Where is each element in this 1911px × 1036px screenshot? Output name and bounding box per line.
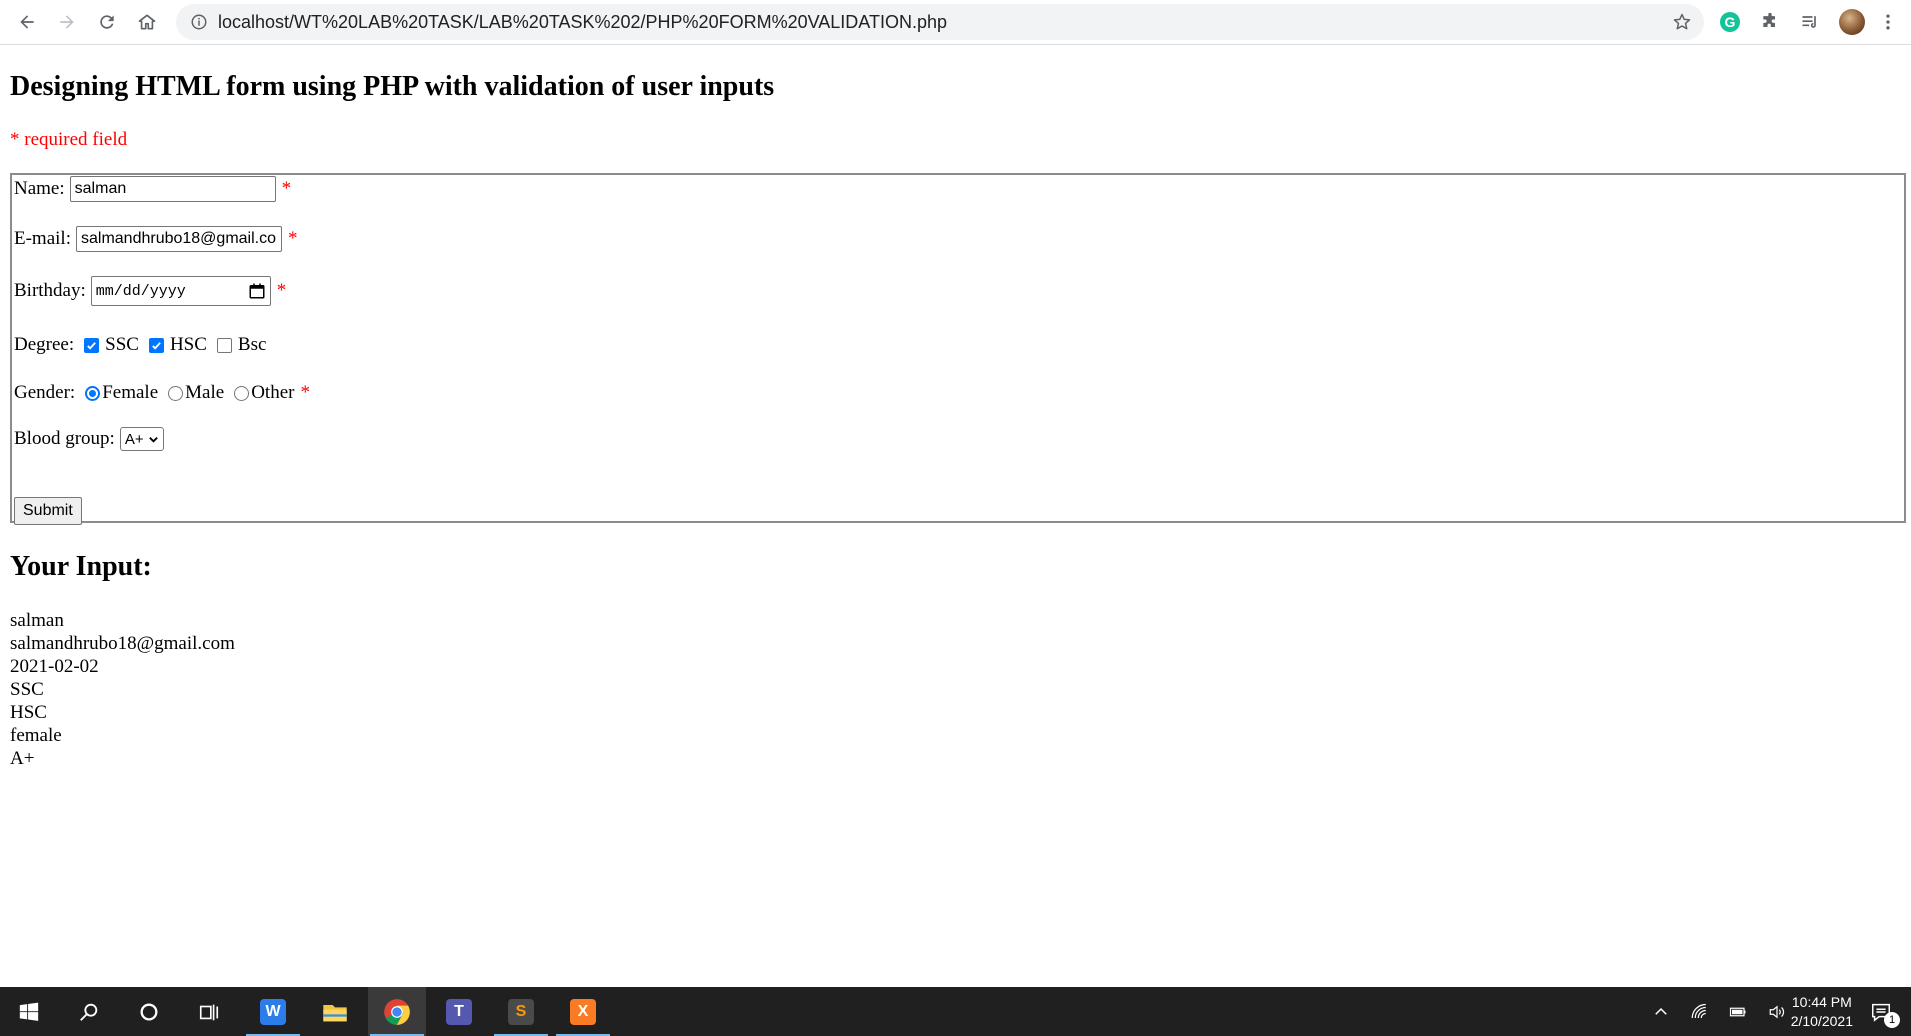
back-icon[interactable] [12, 7, 42, 37]
page-content: Designing HTML form using PHP with valid… [0, 45, 1911, 987]
hsc-checkbox[interactable] [148, 337, 164, 353]
url-text[interactable]: localhost/WT%20LAB%20TASK/LAB%20TASK%202… [218, 12, 947, 33]
male-radio[interactable] [168, 385, 184, 401]
date-placeholder: mm/dd/yyyy [95, 282, 186, 300]
calendar-icon[interactable] [248, 282, 266, 300]
profile-avatar[interactable] [1838, 9, 1866, 35]
ssc-checkbox[interactable] [84, 337, 100, 353]
required-star: * [300, 382, 310, 403]
extensions-puzzle-icon[interactable] [1758, 10, 1782, 34]
home-icon[interactable] [132, 7, 162, 37]
result-name: salman [10, 610, 64, 631]
blood-group-label: Blood group: [14, 428, 115, 449]
bsc-checkbox[interactable] [216, 337, 232, 353]
other-radio[interactable] [234, 385, 250, 401]
blood-group-select[interactable]: A+ [119, 427, 164, 451]
taskbar-clock[interactable]: 10:44 PM 2/10/2021 [1791, 993, 1853, 1031]
name-input[interactable] [69, 176, 276, 202]
system-tray [1652, 987, 1786, 1036]
search-icon[interactable] [60, 987, 118, 1036]
your-input-heading: Your Input: [10, 551, 152, 582]
result-blood-group: A+ [10, 748, 35, 769]
checkmark-icon [87, 341, 96, 350]
required-star: * [287, 228, 298, 249]
windows-taskbar: W T S X 10:44 PM 2/10/2021 1 [0, 987, 1911, 1036]
ssc-label: SSC [105, 334, 139, 355]
task-view-icon[interactable] [180, 987, 238, 1036]
degree-label: Degree: [14, 334, 75, 355]
notification-count-badge: 1 [1884, 1012, 1900, 1028]
name-row: Name: * [14, 175, 291, 203]
result-degree-1: SSC [10, 679, 44, 700]
browser-toolbar: localhost/WT%20LAB%20TASK/LAB%20TASK%202… [0, 0, 1911, 45]
required-field-note: * required field [10, 129, 128, 150]
site-info-icon[interactable] [190, 13, 208, 31]
female-radio[interactable] [85, 385, 101, 401]
cortana-icon[interactable] [120, 987, 178, 1036]
required-star: * [276, 280, 287, 301]
email-label: E-mail: [14, 228, 71, 249]
address-bar[interactable]: localhost/WT%20LAB%20TASK/LAB%20TASK%202… [176, 4, 1704, 40]
sublime-text-icon[interactable]: S [492, 987, 550, 1036]
birthday-row: Birthday: mm/dd/yyyy * [14, 275, 286, 307]
windows-start-icon[interactable] [0, 987, 58, 1036]
birthday-label: Birthday: [14, 280, 86, 301]
result-degree-2: HSC [10, 702, 47, 723]
volume-icon[interactable] [1768, 1003, 1786, 1021]
chevron-up-icon[interactable] [1652, 1003, 1670, 1021]
result-birthday: 2021-02-02 [10, 656, 99, 677]
reading-list-icon[interactable] [1798, 10, 1822, 34]
blood-group-row: Blood group: A+ [14, 425, 164, 453]
email-input[interactable] [75, 226, 282, 252]
menu-kebab-icon[interactable] [1876, 10, 1900, 34]
degree-row: Degree: SSC HSC Bsc [14, 331, 266, 359]
gender-label: Gender: [14, 382, 76, 403]
wifi-icon[interactable] [1690, 1003, 1708, 1021]
forward-icon[interactable] [52, 7, 82, 37]
checkmark-icon [152, 341, 161, 350]
chevron-down-icon [148, 436, 158, 443]
clock-date: 2/10/2021 [1790, 1013, 1853, 1029]
chrome-icon[interactable] [368, 987, 426, 1036]
bsc-label: Bsc [237, 334, 267, 355]
xampp-icon[interactable]: X [554, 987, 612, 1036]
other-label: Other [251, 382, 295, 403]
teams-icon[interactable]: T [430, 987, 488, 1036]
male-label: Male [185, 382, 225, 403]
notification-center-icon[interactable]: 1 [1852, 987, 1910, 1036]
name-label: Name: [14, 178, 65, 199]
result-gender: female [10, 725, 62, 746]
email-row: E-mail: * [14, 225, 297, 253]
submit-button[interactable]: Submit [14, 497, 82, 525]
validation-form: Name: * E-mail: * Birthday: mm/dd/yyyy * [10, 173, 1906, 525]
female-label: Female [102, 382, 159, 403]
clock-time: 10:44 PM [1791, 994, 1852, 1010]
bookmark-star-icon[interactable] [1672, 12, 1692, 32]
result-email: salmandhrubo18@gmail.com [10, 633, 235, 654]
page-title: Designing HTML form using PHP with valid… [10, 71, 775, 102]
wps-writer-icon[interactable]: W [244, 987, 302, 1036]
birthday-date-input[interactable]: mm/dd/yyyy [90, 276, 271, 306]
gender-row: Gender: Female Male Other * [14, 379, 310, 407]
file-explorer-icon[interactable] [306, 987, 364, 1036]
blood-group-value: A+ [124, 430, 144, 448]
result-list: salman salmandhrubo18@gmail.com 2021-02-… [10, 609, 235, 770]
reload-icon[interactable] [92, 7, 122, 37]
hsc-label: HSC [169, 334, 207, 355]
grammarly-icon[interactable]: G [1718, 10, 1742, 34]
required-star: * [281, 178, 292, 199]
battery-icon[interactable] [1728, 1003, 1748, 1021]
